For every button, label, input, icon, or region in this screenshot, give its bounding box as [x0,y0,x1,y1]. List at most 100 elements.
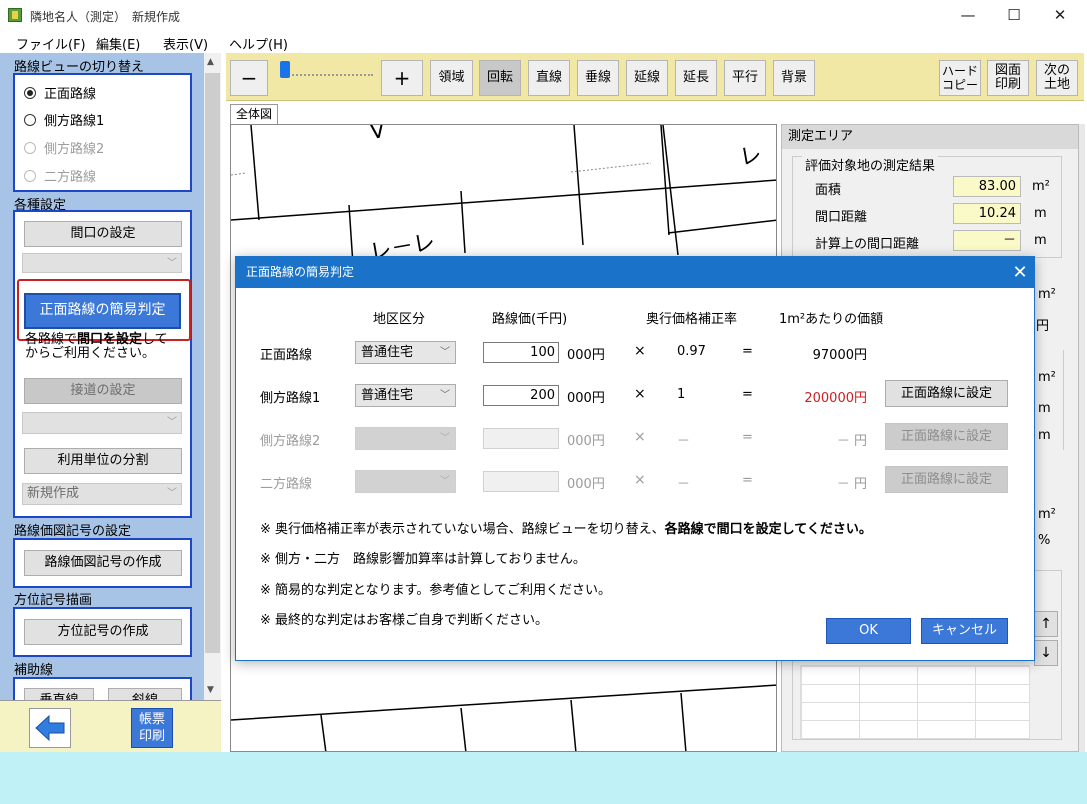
unit-dropdown[interactable]: 新規作成 ﹀ [22,483,182,505]
unit-split-button[interactable]: 利用単位の分割 [24,448,182,474]
back-arrow-icon [35,714,65,742]
next-land-button[interactable]: 次の 土地 [1036,60,1078,96]
radio-side-route-1[interactable]: 側方路線1 [24,110,104,129]
hardcopy-button[interactable]: ハード コピー [939,60,981,96]
simple-judge-button[interactable]: 正面路線の簡易判定 [24,293,181,329]
frontage-setting-button[interactable]: 間口の設定 [24,221,182,247]
result-side1: 200000円 [804,391,867,406]
chevron-down-icon: ﹀ [167,488,177,499]
window-title: 隣地名人（測定） 新規作成 [30,10,181,24]
unit-label: 000円 [567,434,605,449]
menu-file[interactable]: ファイル(F) [16,34,86,53]
road-contact-dropdown[interactable]: ﹀ [22,412,182,434]
tool-extension-button[interactable]: 延長 [675,60,717,96]
arrow-down-button[interactable]: ↓ [1034,640,1058,666]
tool-parallel-button[interactable]: 平行 [724,60,766,96]
radio-front-route[interactable]: 正面路線 [24,83,96,102]
radio-two-way-route[interactable]: 二方路線 [24,166,96,185]
row-label-side1: 側方路線1 [260,391,321,406]
dialog-title: 正面路線の簡易判定 [236,257,1034,288]
scroll-down-icon[interactable]: ▼ [207,685,214,695]
direction-create-button[interactable]: 方位記号の作成 [24,619,182,645]
coef-value-side1: 1 [677,387,686,402]
tool-line-button[interactable]: 直線 [528,60,570,96]
result-group-title: 評価対象地の測定結果 [802,155,939,174]
district-select-side2[interactable]: ﹀ [355,427,456,450]
report-print-button[interactable]: 帳票 印刷 [131,708,173,748]
price-input-two-way[interactable] [483,471,559,492]
header-route-price: 路線価(千円) [492,312,568,327]
route-price-create-button[interactable]: 路線価図記号の作成 [24,550,182,576]
zoom-out-button[interactable]: − [230,60,268,96]
price-input-side1[interactable]: 200 [483,385,559,406]
group-border [1063,350,1064,450]
area-value: 83.00 [953,176,1021,197]
district-select-two-way[interactable]: ﹀ [355,470,456,493]
drawing-print-button[interactable]: 図面 印刷 [987,60,1029,96]
frontage-dropdown[interactable]: ﹀ [22,253,182,273]
price-input-side2[interactable] [483,428,559,449]
set-front-button-side2[interactable]: 正面路線に設定 [885,423,1008,450]
menu-edit[interactable]: 編集(E) [96,34,140,53]
back-button[interactable] [29,708,71,748]
left-scrollbar[interactable]: ▲ ▼ [204,53,221,700]
chevron-down-icon: ﹀ [440,476,450,487]
menu-help[interactable]: ヘルプ(H) [229,34,288,53]
maximize-button[interactable]: ☐ [991,0,1037,31]
oblique-line-button[interactable]: 斜線 [108,688,182,700]
note-text: ※ 奥行価格補正率が表示されていない場合、路線ビューを切り替え、 [260,522,665,537]
price-input-front[interactable]: 100 [483,342,559,363]
cancel-button[interactable]: キャンセル [921,618,1008,644]
row-label-two-way: 二方路線 [260,477,313,492]
select-value: 普通住宅 [361,388,414,403]
frontage-label: 間口距離 [815,210,868,225]
district-select-side1[interactable]: 普通住宅 ﹀ [355,384,456,407]
zoom-slider-track[interactable] [281,74,373,76]
chevron-down-icon: ﹀ [440,347,450,358]
note-1: ※ 奥行価格補正率が表示されていない場合、路線ビューを切り替え、各路線で間口を設… [260,518,872,537]
times-sign: × [634,472,646,488]
result-side2: － 円 [836,434,867,449]
chevron-down-icon: ﹀ [440,390,450,401]
set-front-button-two-way[interactable]: 正面路線に設定 [885,466,1008,493]
scroll-thumb[interactable] [205,73,220,653]
unit-label: 000円 [567,391,605,406]
hint-bold: 間口を設定 [77,332,143,347]
scroll-up-icon[interactable]: ▲ [207,57,214,67]
data-grid[interactable] [800,665,1030,739]
tool-background-button[interactable]: 背景 [773,60,815,96]
perpendicular-line-button[interactable]: 垂直線 [24,688,94,700]
dialog-close-icon[interactable]: ✕ [1005,257,1035,288]
minimize-button[interactable]: — [945,0,991,31]
tool-rotate-button[interactable]: 回転 [479,60,521,96]
radio-side-route-2[interactable]: 側方路線2 [24,138,104,157]
district-select-front[interactable]: 普通住宅 ﹀ [355,341,456,364]
area-unit: m² [1032,179,1050,194]
aux-title: 補助線 [14,663,54,678]
partial-unit: m [1038,428,1051,443]
tool-area-button[interactable]: 領域 [430,60,473,96]
tool-perpendicular-button[interactable]: 垂線 [577,60,619,96]
road-contact-button[interactable]: 接道の設定 [24,378,182,404]
report-label: 印刷 [138,729,165,744]
unit-label: 000円 [567,477,605,492]
note-2: ※ 側方・二方 路線影響加算率は計算しておりません。 [260,552,586,567]
set-front-button-side1[interactable]: 正面路線に設定 [885,380,1008,407]
arrow-up-button[interactable]: ↑ [1034,611,1058,637]
ok-button[interactable]: OK [826,618,911,644]
header-depth-coef: 奥行価格補正率 [646,312,738,327]
radio-label: 側方路線1 [44,114,105,129]
btn-label: 土地 [1043,77,1070,92]
row-label-side2: 側方路線2 [260,434,321,449]
partial-unit: m² [1038,287,1056,302]
area-label: 面積 [815,183,842,198]
aux-button-clip: 斜線 [108,688,182,700]
zoom-slider-thumb[interactable] [280,61,290,78]
tab-overview[interactable]: 全体図 [230,104,279,124]
equals-sign: = [742,473,753,488]
header-district: 地区区分 [373,312,426,327]
menu-view[interactable]: 表示(V) [163,34,208,53]
zoom-in-button[interactable]: + [381,60,423,96]
close-button[interactable]: ✕ [1037,0,1083,31]
tool-extend-line-button[interactable]: 延線 [626,60,668,96]
